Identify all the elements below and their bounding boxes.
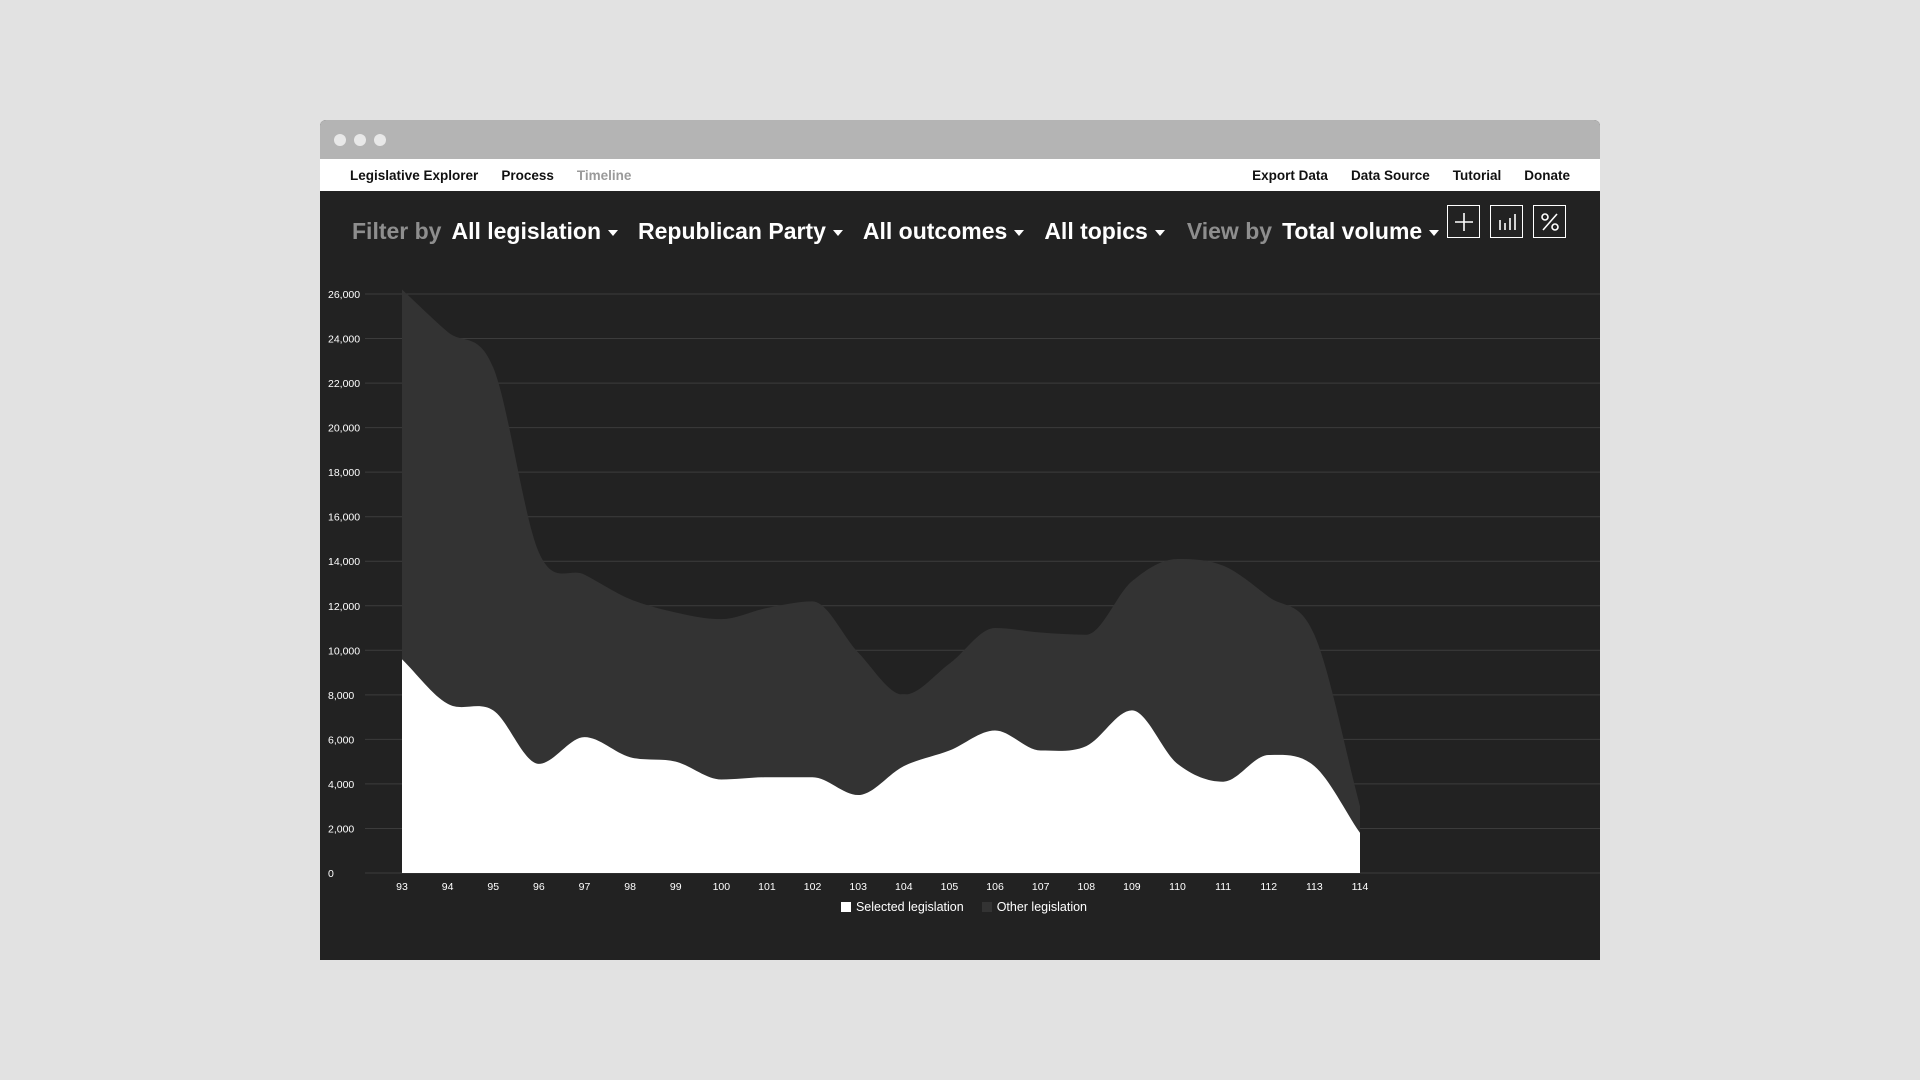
y-tick-label: 24,000 (328, 334, 360, 346)
y-tick-label: 26,000 (328, 289, 360, 301)
x-tick-label: 97 (579, 881, 591, 893)
legend-swatch-other (981, 902, 992, 912)
chevron-down-icon (608, 229, 618, 236)
y-tick-label: 22,000 (328, 378, 360, 390)
chevron-down-icon (1014, 229, 1025, 236)
outcomes-dropdown-label: All outcomes (862, 217, 1008, 244)
y-tick-label: 0 (328, 868, 334, 880)
party-dropdown-label: Republican Party (638, 217, 826, 244)
x-tick-label: 99 (670, 881, 682, 893)
x-tick-label: 113 (1306, 881, 1323, 893)
percent-icon (1540, 212, 1559, 231)
x-tick-label: 109 (1123, 881, 1141, 893)
x-tick-label: 95 (487, 881, 499, 893)
y-tick-label: 8,000 (328, 690, 354, 702)
add-button[interactable] (1447, 205, 1480, 238)
legend-label-selected: Selected legislation (855, 900, 964, 914)
topics-dropdown[interactable]: All topics (1044, 218, 1165, 245)
legislation-dropdown-label: All legislation (451, 217, 601, 244)
filter-by-label: Filter by (352, 217, 442, 244)
legend-item-other[interactable]: Other legislation (981, 900, 1088, 914)
x-tick-label: 108 (1078, 881, 1096, 893)
percent-view-button[interactable] (1533, 205, 1566, 238)
x-tick-label: 94 (442, 881, 454, 893)
y-tick-label: 20,000 (328, 423, 360, 435)
x-tick-label: 107 (1032, 881, 1050, 893)
x-tick-label: 114 (1352, 881, 1369, 893)
x-tick-label: 110 (1169, 881, 1186, 893)
chart-mode-buttons (1447, 205, 1566, 238)
x-tick-label: 106 (986, 881, 1004, 893)
y-tick-label: 18,000 (328, 467, 360, 479)
legislation-dropdown[interactable]: All legislation (451, 218, 618, 245)
x-tick-label: 105 (941, 881, 959, 893)
x-tick-label: 112 (1260, 881, 1277, 893)
x-tick-label: 93 (396, 881, 408, 893)
plus-icon (1454, 212, 1473, 231)
x-tick-label: 96 (533, 881, 545, 893)
x-tick-label: 98 (624, 881, 636, 893)
y-tick-label: 12,000 (328, 601, 360, 613)
filter-bar: Filter by All legislation Republican Par… (352, 203, 1459, 259)
x-tick-label: 103 (849, 881, 867, 893)
chevron-down-icon (832, 229, 843, 236)
outcomes-dropdown[interactable]: All outcomes (862, 217, 1025, 245)
x-tick-label: 101 (758, 881, 776, 893)
y-tick-label: 10,000 (328, 645, 360, 657)
chart-legend: Selected legislation Other legislation (320, 899, 1600, 915)
topics-dropdown-label: All topics (1044, 217, 1148, 244)
y-tick-label: 16,000 (328, 512, 360, 524)
y-tick-label: 2,000 (328, 823, 354, 835)
view-dropdown[interactable]: Total volume (1282, 217, 1440, 245)
chevron-down-icon (1429, 229, 1440, 236)
x-tick-label: 100 (713, 881, 731, 893)
y-tick-label: 6,000 (328, 734, 354, 746)
bar-chart-view-button[interactable] (1490, 205, 1523, 238)
bar-chart-icon (1498, 213, 1516, 230)
legend-label-other: Other legislation (996, 900, 1088, 914)
view-by-label: View by (1186, 217, 1273, 244)
y-tick-label: 14,000 (328, 556, 360, 568)
legend-item-selected[interactable]: Selected legislation (840, 900, 964, 914)
party-dropdown[interactable]: Republican Party (638, 218, 843, 245)
view-dropdown-label: Total volume (1282, 217, 1423, 244)
x-tick-label: 111 (1215, 881, 1231, 893)
x-tick-label: 102 (804, 881, 822, 893)
chevron-down-icon (1154, 229, 1165, 236)
legend-swatch-selected (840, 902, 851, 912)
x-tick-label: 104 (895, 881, 913, 893)
y-tick-label: 4,000 (328, 779, 354, 791)
app-window: Legislative Explorer Process Timeline Ex… (320, 120, 1600, 960)
